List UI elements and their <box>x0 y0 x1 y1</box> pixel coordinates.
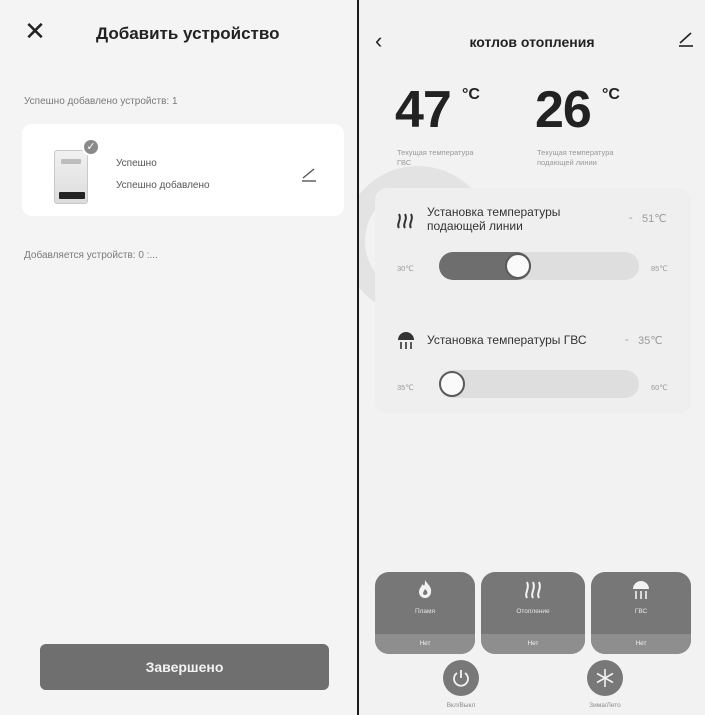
flame-icon <box>414 578 436 600</box>
dhw-slider-knob[interactable] <box>439 371 465 397</box>
adding-count-text: Добавляется устройств: 0 :... <box>24 250 158 261</box>
check-icon: ✓ <box>82 138 100 156</box>
supply-setting-label-line2: подающей линии <box>427 219 523 233</box>
dhw-temp-value: 47 <box>395 81 452 139</box>
boiler-device-image <box>54 150 88 204</box>
add-device-screen: ✕ Добавить устройство Успешно добавлено … <box>0 0 357 715</box>
close-icon[interactable]: ✕ <box>22 18 48 44</box>
power-button[interactable] <box>443 660 479 696</box>
mode-tile-heating[interactable]: Отопление Нет <box>481 572 585 654</box>
heating-icon <box>395 210 417 230</box>
dhw-range-max: 60℃ <box>651 383 668 392</box>
power-icon <box>453 670 469 687</box>
finish-button[interactable]: Завершено <box>40 644 329 690</box>
supply-temp-unit: °C <box>602 86 620 103</box>
dhw-setting-label: Установка температуры ГВС <box>427 333 587 347</box>
mode-status: Нет <box>481 634 585 654</box>
dhw-temp-slider[interactable] <box>439 370 639 398</box>
mode-label: Пламя <box>414 608 436 615</box>
boiler-control-screen: LU ‹ котлов отопления 47 °C Текущая темп… <box>359 0 705 715</box>
dhw-setting-value: 35℃ <box>638 335 663 347</box>
supply-setting-value: 51℃ <box>642 213 667 225</box>
mode-label: ГВС <box>634 608 648 615</box>
device-substatus: Успешно добавлено <box>116 180 210 191</box>
supply-temp-caption: Текущая температура подающей линии <box>537 148 614 167</box>
mode-tile-flame[interactable]: Пламя Нет <box>375 572 475 654</box>
mode-status: Нет <box>375 634 475 654</box>
device-status: Успешно <box>116 158 157 169</box>
dhw-temp-unit: °C <box>462 86 480 103</box>
supply-slider-knob[interactable] <box>505 253 531 279</box>
dhw-range-min: 35℃ <box>397 383 414 392</box>
mode-status: Нет <box>591 634 691 654</box>
shower-icon <box>395 330 417 350</box>
snowflake-icon <box>596 669 614 687</box>
pencil-icon[interactable] <box>677 30 695 48</box>
mode-tile-dhw[interactable]: ГВС Нет <box>591 572 691 654</box>
dhw-setting-dash: - <box>625 334 629 346</box>
pencil-icon[interactable] <box>300 166 318 182</box>
page-title: Добавить устройство <box>96 24 280 43</box>
supply-range-min: 30℃ <box>397 264 414 273</box>
device-card[interactable]: ✓ Успешно Успешно добавлено <box>22 124 344 216</box>
dhw-temp-caption: Текущая температура ГВС <box>397 148 474 167</box>
power-label: Вкл/Выкл <box>446 702 476 709</box>
supply-temp-value: 26 <box>535 81 592 139</box>
page-title: котлов отопления <box>469 34 595 50</box>
success-count-text: Успешно добавлено устройств: 1 <box>24 96 178 107</box>
season-button[interactable] <box>587 660 623 696</box>
heating-icon <box>522 578 544 600</box>
supply-temp-slider[interactable] <box>439 252 639 280</box>
season-label: Зима/Лето <box>589 702 621 709</box>
supply-setting-dash: - <box>629 212 633 224</box>
supply-setting-label-line1: Установка температуры <box>427 205 561 219</box>
left-header: ✕ Добавить устройство <box>0 0 357 70</box>
supply-range-max: 85℃ <box>651 264 668 273</box>
mode-label: Отопление <box>516 608 550 615</box>
shower-icon <box>630 578 652 600</box>
